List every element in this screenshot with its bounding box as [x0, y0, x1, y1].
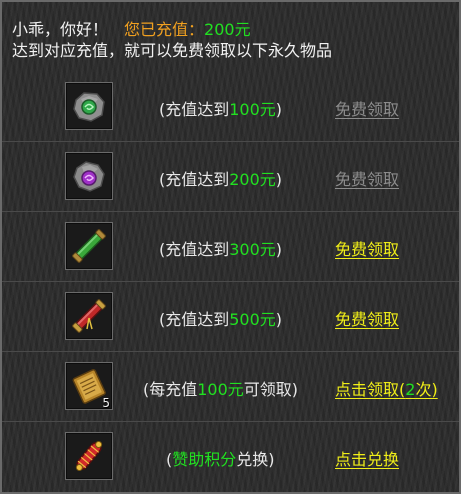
greeting-text: 小乖，你好！: [12, 20, 109, 39]
header: 小乖，你好！ 您已充值：200元 达到对应充值，就可以免费领取以下永久物品: [12, 19, 332, 61]
reward-row-200: (充值达到200元) 免费领取: [2, 142, 459, 212]
item-quantity: 5: [102, 396, 110, 410]
red-firecracker-scroll-icon: [75, 441, 103, 471]
click-claim-button[interactable]: 点击领取(2次): [335, 376, 438, 400]
item-slot[interactable]: [65, 222, 113, 270]
item-slot[interactable]: [65, 152, 113, 200]
gray-stone-green-gem-icon: [73, 92, 105, 122]
reward-condition: (充值达到200元): [159, 170, 283, 189]
item-slot[interactable]: [65, 432, 113, 480]
reward-condition: (充值达到100元): [159, 100, 283, 119]
reward-condition: (充值达到500元): [159, 310, 283, 329]
item-slot[interactable]: 5: [65, 362, 113, 410]
reward-row-points-exchange: (赞助积分兑换) 点击兑换: [2, 422, 459, 492]
reward-row-per-100: 5 (每充值100元可领取) 点击领取(2次): [2, 352, 459, 422]
claim-free-button-claimed[interactable]: 免费领取: [335, 166, 399, 190]
reward-row-300: (充值达到300元) 免费领取: [2, 212, 459, 282]
item-slot[interactable]: [65, 292, 113, 340]
reward-condition: (赞助积分兑换): [166, 450, 275, 469]
claim-free-button-claimed[interactable]: 免费领取: [335, 96, 399, 120]
claim-free-button[interactable]: 免费领取: [335, 236, 399, 260]
reward-row-500: (充值达到500元) 免费领取: [2, 282, 459, 352]
claim-count: 2: [405, 380, 416, 399]
red-scroll-icon: [72, 299, 106, 333]
item-slot[interactable]: [65, 82, 113, 130]
subtitle-text: 达到对应充值，就可以免费领取以下永久物品: [12, 41, 333, 60]
charged-amount: 200元: [204, 20, 251, 39]
gray-stone-purple-gem-icon: [73, 161, 105, 192]
reward-row-100: (充值达到100元) 免费领取: [2, 72, 459, 142]
green-scroll-icon: [72, 229, 106, 263]
reward-condition: (充值达到300元): [159, 240, 283, 259]
charged-label: 您已充值：: [124, 20, 205, 39]
recharge-reward-panel: 小乖，你好！ 您已充值：200元 达到对应充值，就可以免费领取以下永久物品 (充值…: [0, 0, 461, 494]
reward-condition: (每充值100元可领取): [143, 380, 299, 399]
claim-free-button[interactable]: 免费领取: [335, 306, 399, 330]
click-exchange-button[interactable]: 点击兑换: [335, 446, 399, 470]
